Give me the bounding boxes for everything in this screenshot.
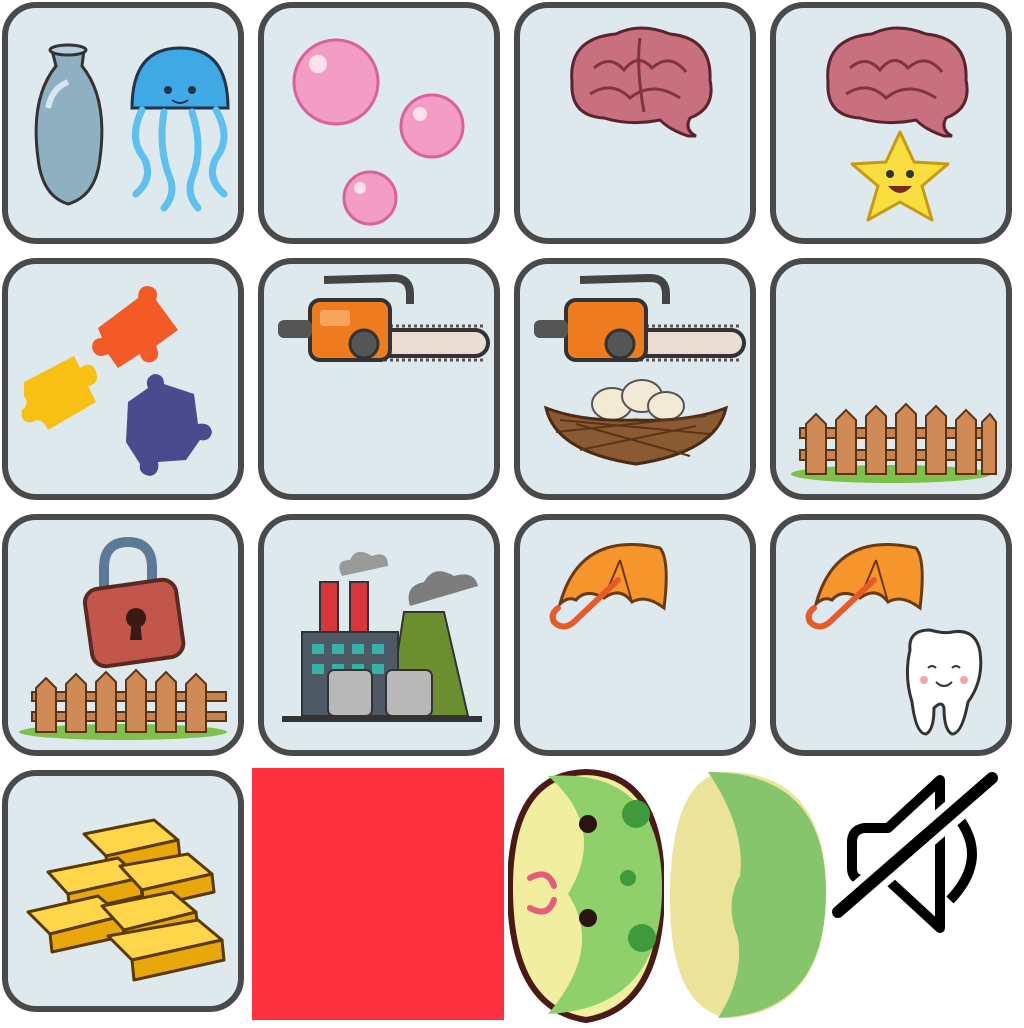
gold-bars-icon [26,818,226,982]
card-chainsaw-nest[interactable] [514,258,756,500]
card-chainsaw[interactable] [258,258,500,500]
card-vase-jellyfish[interactable] [2,2,244,244]
fence-icon [791,402,997,483]
mute-icon[interactable] [825,765,1024,1024]
brain-icon [826,26,969,138]
card-umbrella[interactable] [514,514,756,756]
card-padlock-fence[interactable] [2,514,244,756]
jellyfish-icon [130,46,230,212]
card-fence[interactable] [770,258,1012,500]
green-blob-icon[interactable] [668,768,828,1024]
fence-icon [19,668,227,740]
umbrella-icon [549,543,668,630]
nest-icon [543,379,729,466]
puzzle-pieces-icon [21,286,212,476]
umbrella-icon [805,543,924,630]
card-umbrella-tooth[interactable] [770,514,1012,756]
card-factory[interactable] [258,514,500,756]
chainsaw-icon [278,273,490,362]
card-brain[interactable] [514,2,756,244]
bubbles-icon [292,38,465,226]
card-gold-bars[interactable] [2,770,244,1012]
frog-face-icon[interactable] [506,768,666,1024]
star-icon [850,130,950,222]
card-brain-star[interactable] [770,2,1012,244]
tooth-icon [905,628,983,736]
card-puzzle-pieces[interactable] [2,258,244,500]
vase-icon [34,43,104,206]
factory-icon [282,551,482,722]
red-block[interactable] [252,768,504,1020]
card-bubbles[interactable] [258,2,500,244]
brain-icon [570,26,713,138]
chainsaw-icon [534,273,746,362]
padlock-icon [82,536,186,669]
